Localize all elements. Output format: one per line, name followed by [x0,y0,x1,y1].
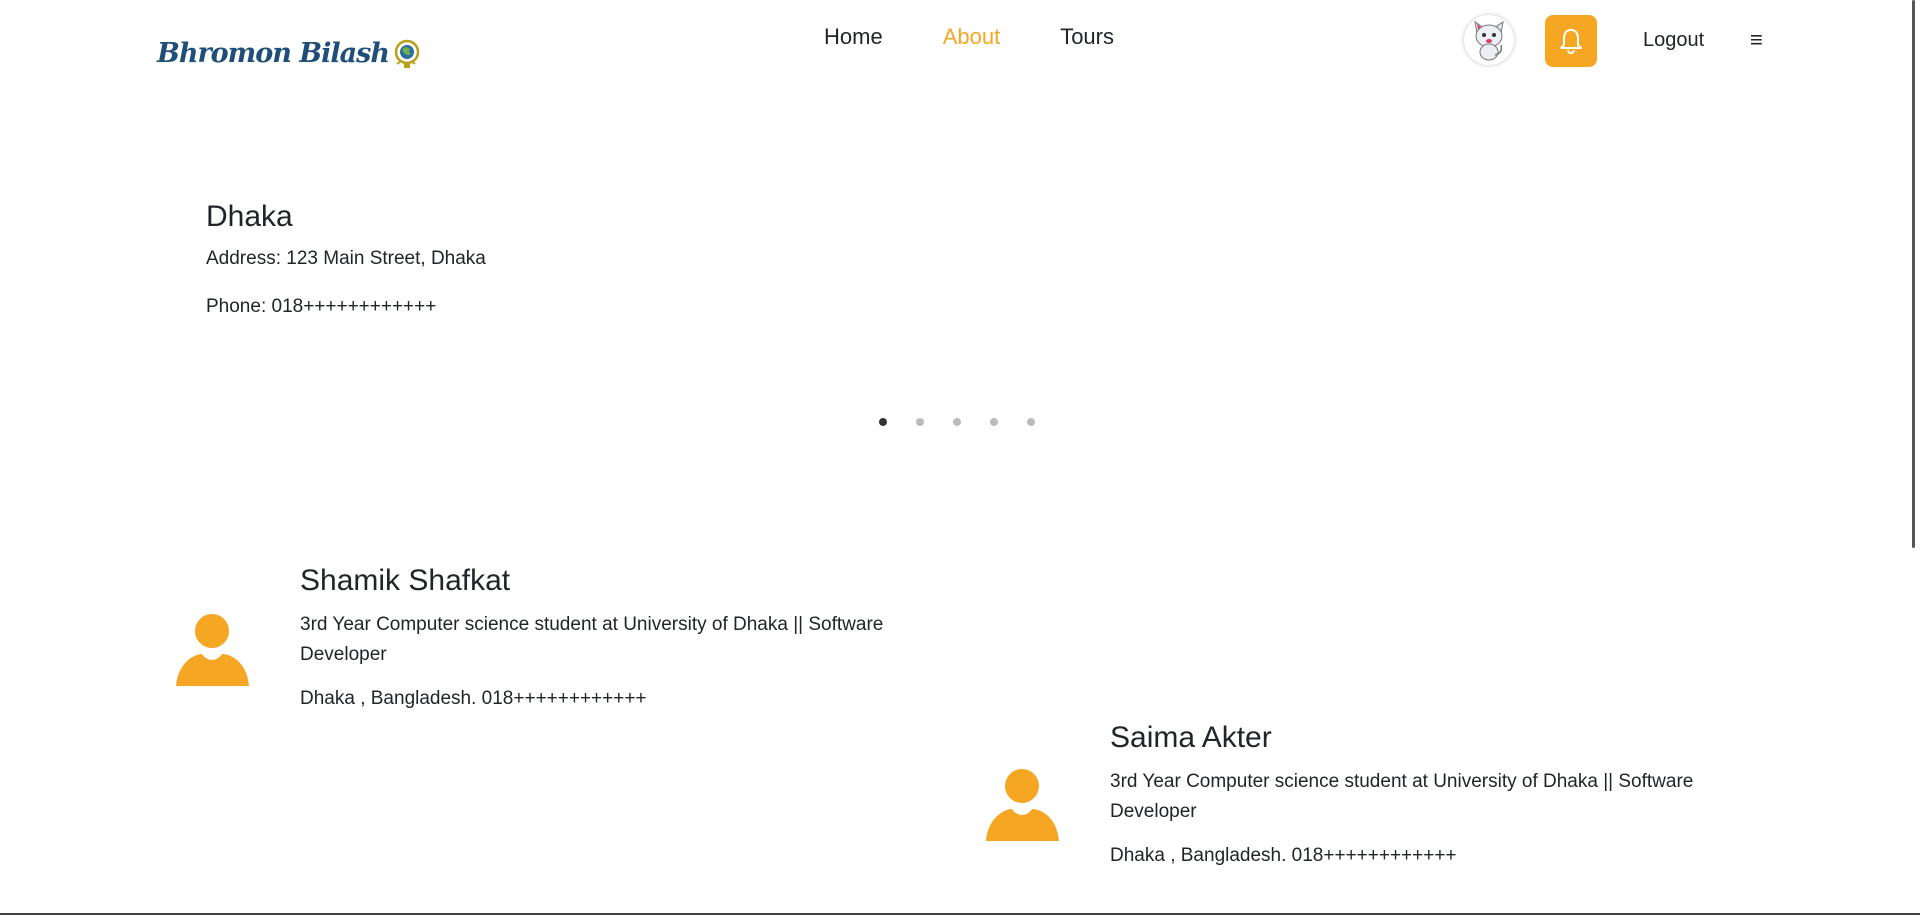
user-icon [175,614,251,688]
slider-dot-4[interactable] [990,418,998,426]
slider-dots [879,418,1064,426]
bell-icon [1560,29,1582,54]
brand-logo[interactable]: Bhromon Bilash [157,30,420,76]
scrollbar-thumb[interactable] [1912,0,1915,548]
user-avatar[interactable] [1464,15,1514,65]
globe-icon [391,34,421,72]
logout-link[interactable]: Logout [1643,29,1704,52]
nav-link-tours[interactable]: Tours [1060,24,1114,50]
member-contact: Dhaka , Bangladesh. 018++++++++++++ [300,688,647,709]
slider-dot-3[interactable] [953,418,961,426]
navbar: Bhromon Bilash Home About Tours Logout ≡ [0,0,1903,84]
member-contact: Dhaka , Bangladesh. 018++++++++++++ [1110,845,1457,866]
main-nav: Home About Tours [824,24,1174,50]
slide-address: Address: 123 Main Street, Dhaka [206,248,486,269]
member-name: Saima Akter [1110,721,1272,754]
slide-phone: Phone: 018++++++++++++ [206,296,437,317]
user-icon [985,769,1061,843]
nav-link-about[interactable]: About [943,24,1001,50]
member-role: 3rd Year Computer science student at Uni… [300,614,884,665]
slider-dot-5[interactable] [1027,418,1035,426]
notification-button[interactable] [1545,15,1597,67]
member-name: Shamik Shafkat [300,564,511,597]
nav-link-home[interactable]: Home [824,24,883,50]
member-role: 3rd Year Computer science student at Uni… [1110,771,1694,822]
hamburger-menu-icon[interactable]: ≡ [1750,27,1763,53]
page-scrollbar[interactable] [1903,0,1920,915]
slider-dot-2[interactable] [916,418,924,426]
logo-text: Bhromon Bilash [157,37,390,69]
slide: Dhaka Address: 123 Main Street, Dhaka Ph… [206,200,486,344]
slide-title: Dhaka [206,200,293,233]
slider-dot-1[interactable] [879,418,887,426]
cat-avatar-icon [1474,20,1504,61]
